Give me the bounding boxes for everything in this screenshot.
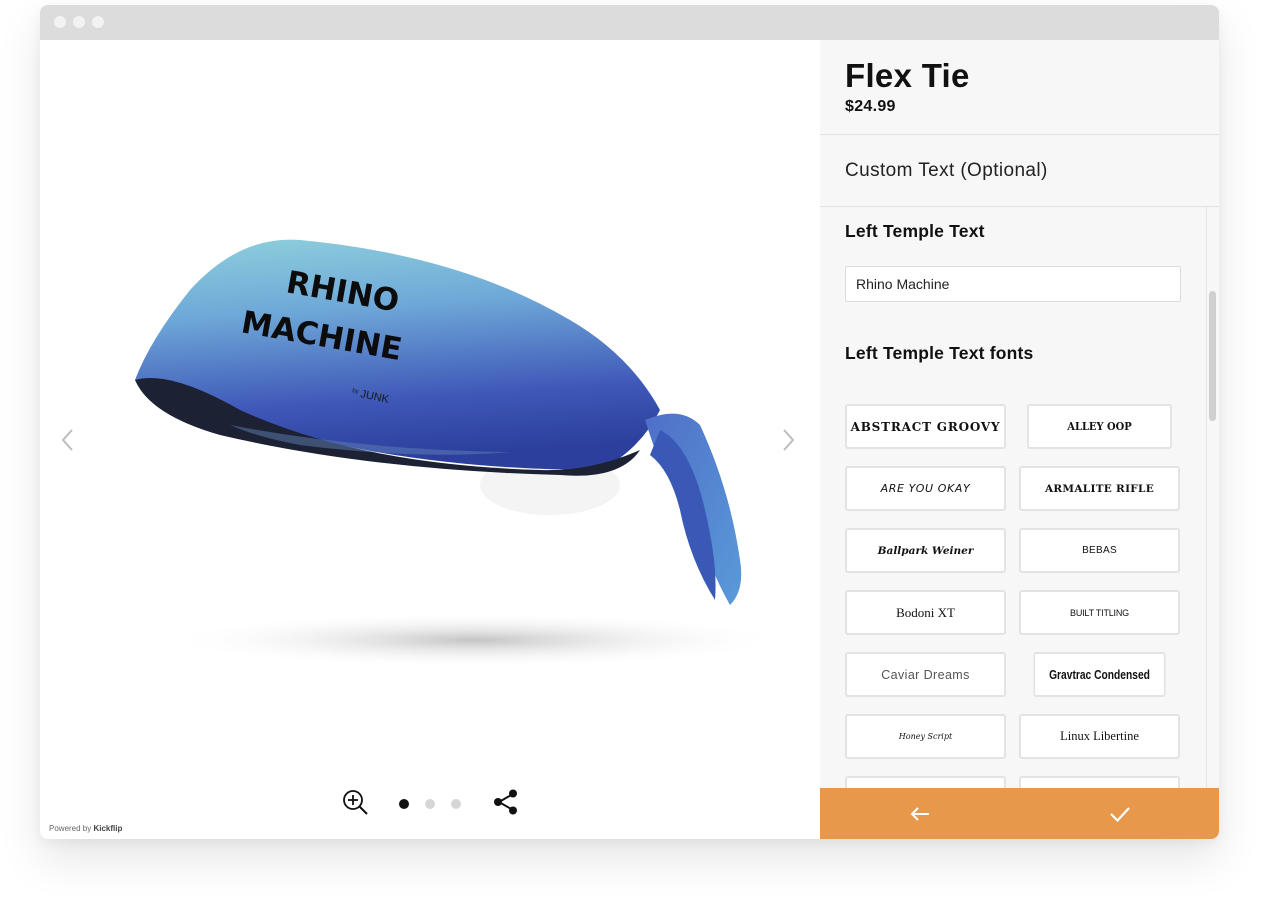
font-option-alley-oop[interactable]: ALLEY OOP: [1027, 404, 1172, 449]
font-option-armalite-rifle[interactable]: ARMALITE RIFLE: [1019, 466, 1180, 511]
font-option-bebas[interactable]: BEBAS: [1019, 528, 1180, 573]
text-field-label: Left Temple Text: [845, 221, 985, 241]
window-dot-icon: [54, 16, 66, 28]
chevron-left-icon[interactable]: [53, 425, 83, 455]
window-dot-icon: [73, 16, 85, 28]
options-scroll-area[interactable]: Left Temple Text Left Temple Text fonts …: [820, 207, 1206, 788]
font-option-gravtrac-condensed[interactable]: Gravtrac Condensed: [1033, 652, 1166, 697]
pager-dot-3[interactable]: [451, 799, 461, 809]
font-option-bodoni-xt[interactable]: Bodoni XT: [845, 590, 1006, 635]
customization-panel: Flex Tie $24.99 Custom Text (Optional) L…: [820, 40, 1219, 839]
product-title: Flex Tie: [845, 57, 970, 94]
powered-by-prefix: Powered by: [49, 824, 92, 833]
powered-by-brand: Kickflip: [93, 824, 123, 833]
font-option-caviar-dreams[interactable]: Caviar Dreams: [845, 652, 1006, 697]
window-dot-icon: [92, 16, 104, 28]
share-icon[interactable]: [492, 788, 520, 816]
confirm-button[interactable]: [1020, 788, 1219, 839]
window-titlebar: [40, 5, 1219, 40]
checkmark-icon: [1109, 806, 1130, 822]
font-option-partial[interactable]: [845, 776, 1006, 788]
scrollbar-thumb[interactable]: [1209, 291, 1216, 421]
divider: [820, 134, 1219, 135]
product-price: $24.99: [845, 98, 896, 115]
chevron-right-icon[interactable]: [773, 425, 803, 455]
headband-product-image: RHINO MACHINE by JUNK: [135, 239, 785, 668]
powered-by[interactable]: Powered by Kickflip: [49, 824, 122, 833]
font-option-partial[interactable]: [1019, 776, 1180, 788]
font-option-ballpark-weiner[interactable]: Ballpark Weiner: [845, 528, 1006, 573]
font-option-built-titling[interactable]: BUILT TITLING: [1019, 590, 1180, 635]
font-option-abstract-groovy[interactable]: ABSTRACT GROOVY: [845, 404, 1006, 449]
fonts-label: Left Temple Text fonts: [845, 343, 1034, 363]
section-title[interactable]: Custom Text (Optional): [845, 160, 1048, 182]
pager-dot-2[interactable]: [425, 799, 435, 809]
font-option-honey-script[interactable]: Honey Script: [845, 714, 1006, 759]
left-temple-text-input[interactable]: [845, 266, 1181, 302]
font-option-linux-libertine[interactable]: Linux Libertine: [1019, 714, 1180, 759]
font-option-are-you-okay[interactable]: ARE YOU OKAY: [845, 466, 1006, 511]
pager-dot-1[interactable]: [399, 799, 409, 809]
product-viewer: RHINO MACHINE by JUNK Powered by Kickfli…: [40, 40, 820, 839]
arrow-left-icon: [910, 806, 929, 821]
browser-window: RHINO MACHINE by JUNK Powered by Kickfli…: [40, 5, 1219, 839]
zoom-in-icon[interactable]: [341, 788, 369, 816]
back-button[interactable]: [820, 788, 1019, 839]
action-bar: [820, 788, 1219, 839]
